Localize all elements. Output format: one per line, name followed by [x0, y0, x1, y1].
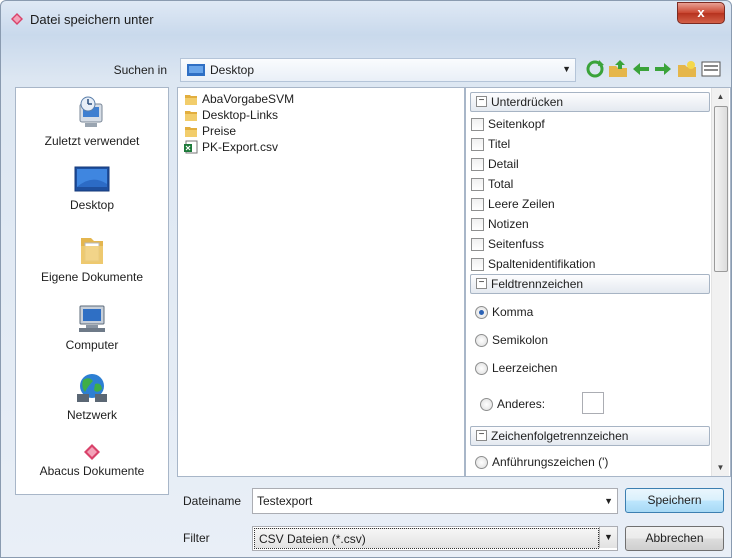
file-list[interactable]: AbaVorgabeSVM Desktop-Links Preise PK-Ex…	[177, 87, 465, 477]
place-recent[interactable]: Zuletzt verwendet	[16, 96, 168, 148]
folder-up-icon[interactable]	[608, 59, 628, 79]
scroll-down-icon[interactable]: ▼	[712, 459, 729, 476]
place-label: Netzwerk	[66, 408, 117, 422]
file-name: AbaVorgabeSVM	[202, 92, 295, 106]
place-label: Eigene Dokumente	[40, 270, 144, 284]
desktop-small-icon	[187, 64, 205, 76]
place-documents[interactable]: Eigene Dokumente	[16, 234, 168, 284]
filename-value: Testexport	[257, 494, 313, 508]
place-desktop[interactable]: Desktop	[16, 166, 168, 212]
options-scrollbar[interactable]: ▲ ▼	[711, 88, 729, 476]
file-name: Desktop-Links	[202, 108, 279, 122]
file-name: PK-Export.csv	[202, 140, 279, 154]
csv-file-icon	[184, 140, 198, 154]
abacus-diamond-icon	[11, 13, 23, 25]
collapse-minus-icon: −	[476, 430, 487, 441]
filter-label: Filter	[183, 531, 210, 545]
documents-folder-icon	[81, 238, 103, 264]
look-in-value: Desktop	[210, 63, 255, 77]
title-bar[interactable]: Datei speichern unter x	[1, 1, 731, 35]
collapse-minus-icon: −	[476, 96, 487, 107]
abacus-diamond-icon	[84, 444, 100, 460]
filename-input[interactable]: Testexport ▼	[252, 488, 618, 514]
computer-icon	[79, 305, 105, 332]
place-abacus[interactable]: Abacus Dokumente	[16, 444, 168, 478]
forward-arrow-icon[interactable]	[653, 59, 673, 79]
refresh-icon[interactable]	[585, 59, 605, 79]
view-menu-icon[interactable]	[701, 59, 721, 79]
cancel-button[interactable]: Abbrechen	[625, 526, 724, 551]
navigation-toolbar	[585, 57, 725, 81]
scroll-up-icon[interactable]: ▲	[712, 88, 729, 105]
new-folder-icon[interactable]	[677, 59, 697, 79]
look-in-label: Suchen in	[113, 63, 167, 77]
chevron-down-icon: ▼	[562, 64, 571, 74]
place-network[interactable]: Netzwerk	[16, 372, 168, 422]
place-label: Abacus Dokumente	[39, 464, 145, 478]
folder-icon	[185, 95, 197, 105]
filter-dropdown[interactable]: CSV Dateien (*.csv) ▼	[252, 526, 618, 551]
filter-value: CSV Dateien (*.csv)	[259, 532, 366, 546]
place-label: Zuletzt verwendet	[44, 134, 140, 148]
back-arrow-icon[interactable]	[631, 59, 651, 79]
place-computer[interactable]: Computer	[16, 304, 168, 352]
recent-places-icon	[79, 96, 103, 127]
collapse-minus-icon: −	[476, 278, 487, 289]
save-button[interactable]: Speichern	[625, 488, 724, 513]
chevron-down-icon[interactable]: ▼	[599, 527, 617, 548]
group-suppress-header[interactable]: − Unterdrücken	[470, 92, 710, 112]
file-name: Preise	[202, 124, 237, 138]
window-title: Datei speichern unter	[30, 12, 154, 27]
group-string-separator-header[interactable]: − Zeichenfolgetrenn­zeichen	[470, 426, 710, 446]
look-in-dropdown[interactable]: Desktop ▼	[180, 58, 576, 82]
folder-icon	[185, 111, 197, 121]
filename-label: Dateiname	[183, 494, 242, 508]
folder-icon	[185, 127, 197, 137]
export-options-panel: − Unterdrücken Seitenkopf Titel Detail T…	[465, 87, 731, 477]
scrollbar-thumb[interactable]	[714, 106, 728, 272]
save-as-dialog: Datei speichern unter x Suchen in Deskto…	[0, 0, 732, 558]
places-bar: Zuletzt verwendet Desktop Eigene Dokumen…	[15, 87, 169, 495]
place-label: Computer	[65, 338, 119, 352]
other-separator-input[interactable]	[582, 392, 604, 414]
place-label: Desktop	[69, 198, 115, 212]
chevron-down-icon[interactable]: ▼	[604, 496, 613, 506]
network-globe-icon	[77, 374, 107, 402]
close-button[interactable]: x	[677, 2, 725, 24]
group-field-separator-header[interactable]: − Feldtrennzeichen	[470, 274, 710, 294]
desktop-icon	[74, 166, 110, 192]
